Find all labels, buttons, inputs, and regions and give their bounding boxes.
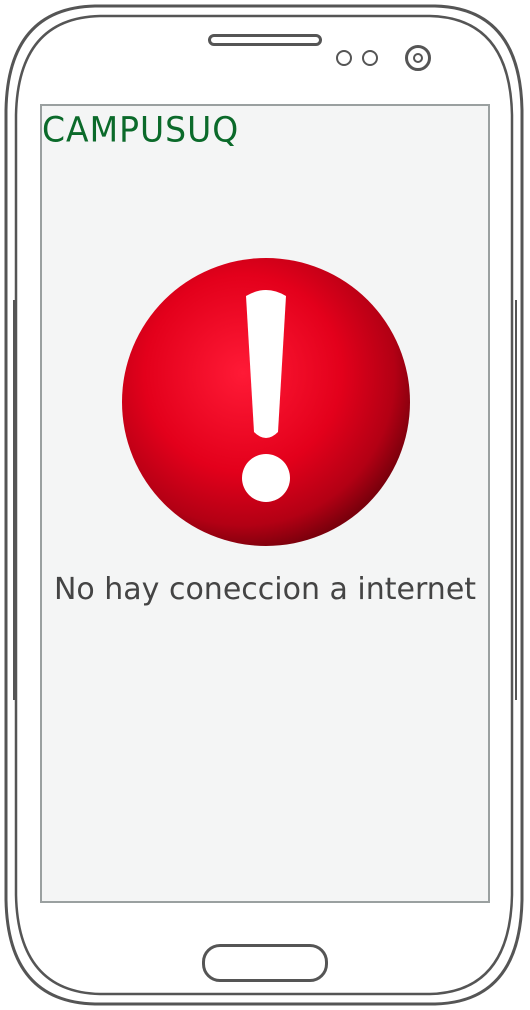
exclamation-alert-icon bbox=[122, 258, 410, 546]
speaker-grille bbox=[208, 34, 322, 46]
front-camera-icon bbox=[405, 45, 431, 71]
proximity-sensor bbox=[336, 50, 352, 66]
light-sensor bbox=[362, 50, 378, 66]
home-button[interactable] bbox=[202, 944, 328, 982]
screen: CAMPUSUQ No hay coneccion a internet bbox=[40, 104, 490, 903]
no-connection-message: No hay coneccion a internet bbox=[53, 572, 477, 607]
phone-frame: CAMPUSUQ No hay coneccion a internet bbox=[0, 0, 530, 1010]
app-title: CAMPUSUQ bbox=[42, 109, 240, 150]
